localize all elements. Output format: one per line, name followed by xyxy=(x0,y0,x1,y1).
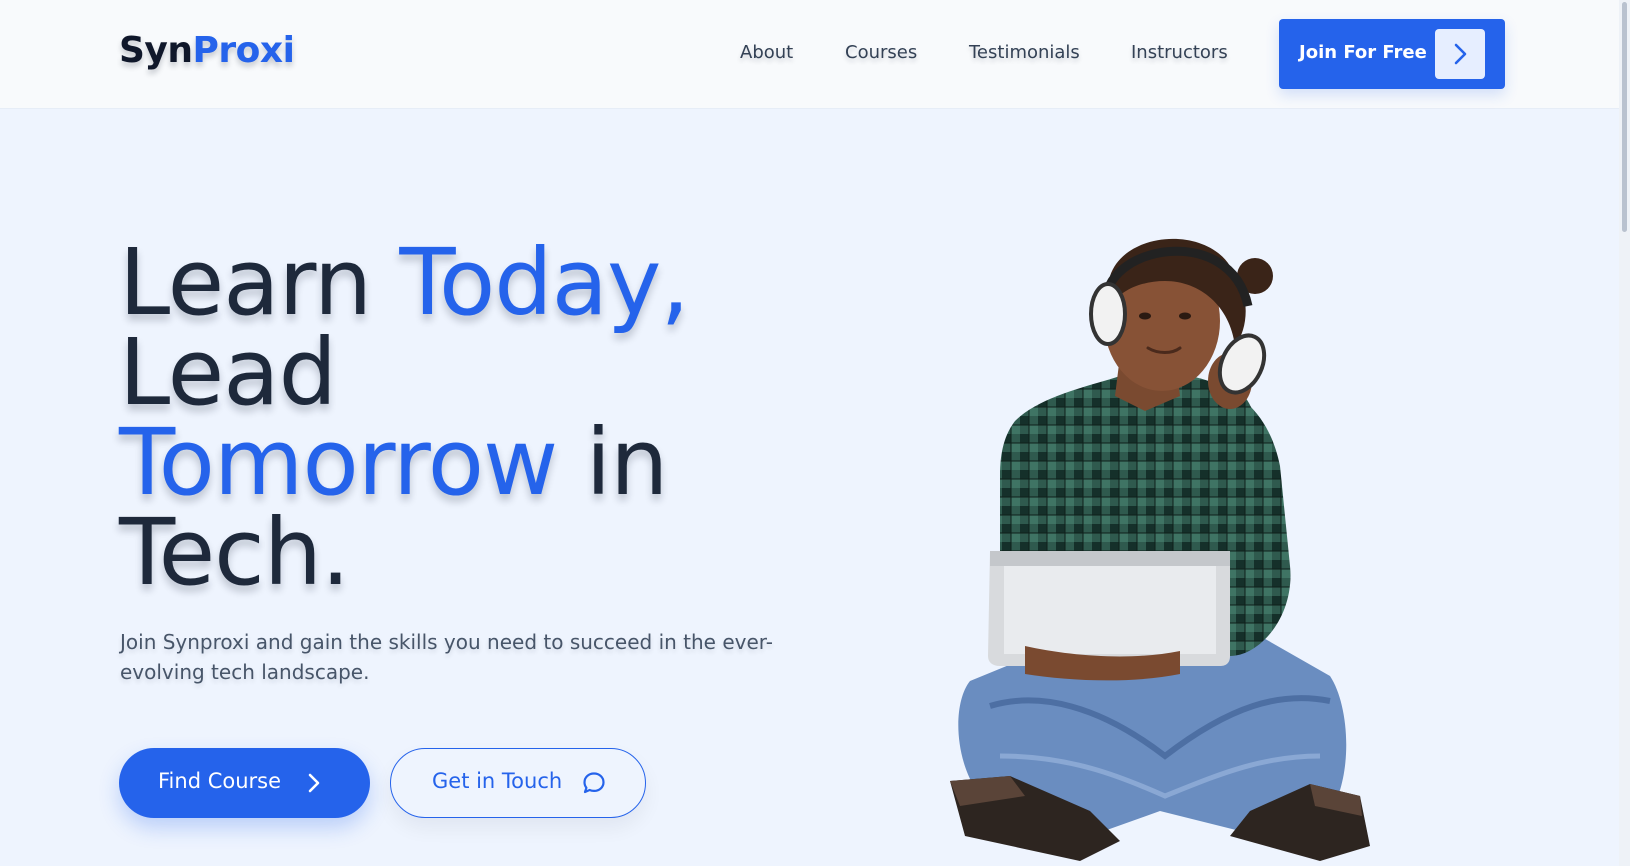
brand-logo[interactable]: SynProxi xyxy=(119,30,295,71)
chat-bubble-icon xyxy=(583,772,605,794)
join-arrow-box xyxy=(1435,29,1485,79)
join-for-free-label: Join For Free xyxy=(1299,42,1427,63)
scrollbar-thumb[interactable] xyxy=(1622,2,1627,232)
hero-student-image xyxy=(950,238,1370,861)
nav-link-courses[interactable]: Courses xyxy=(845,42,917,68)
hero-title-word: Tech. xyxy=(119,499,350,606)
chevron-right-icon xyxy=(308,773,320,793)
hero-title-highlight: Today, xyxy=(399,229,689,336)
chevron-right-icon xyxy=(1454,43,1467,65)
logo-text-accent: Proxi xyxy=(192,30,295,71)
logo-text-primary: Syn xyxy=(119,30,193,71)
nav-link-instructors[interactable]: Instructors xyxy=(1131,42,1228,68)
join-for-free-button[interactable]: Join For Free xyxy=(1279,19,1505,89)
nav-link-testimonials[interactable]: Testimonials xyxy=(969,42,1080,68)
get-in-touch-button[interactable]: Get in Touch xyxy=(390,748,646,818)
site-header: SynProxi About Courses Testimonials Inst… xyxy=(0,0,1630,108)
find-course-label: Find Course xyxy=(158,769,282,793)
find-course-button[interactable]: Find Course xyxy=(119,748,370,818)
hero-title-word: in xyxy=(585,409,669,516)
hero-title: Learn Today, Lead Tomorrow in Tech. xyxy=(119,237,690,599)
hero-subtitle: Join Synproxi and gain the skills you ne… xyxy=(120,630,773,684)
nav-link-about[interactable]: About xyxy=(740,42,793,68)
get-in-touch-label: Get in Touch xyxy=(432,769,563,793)
